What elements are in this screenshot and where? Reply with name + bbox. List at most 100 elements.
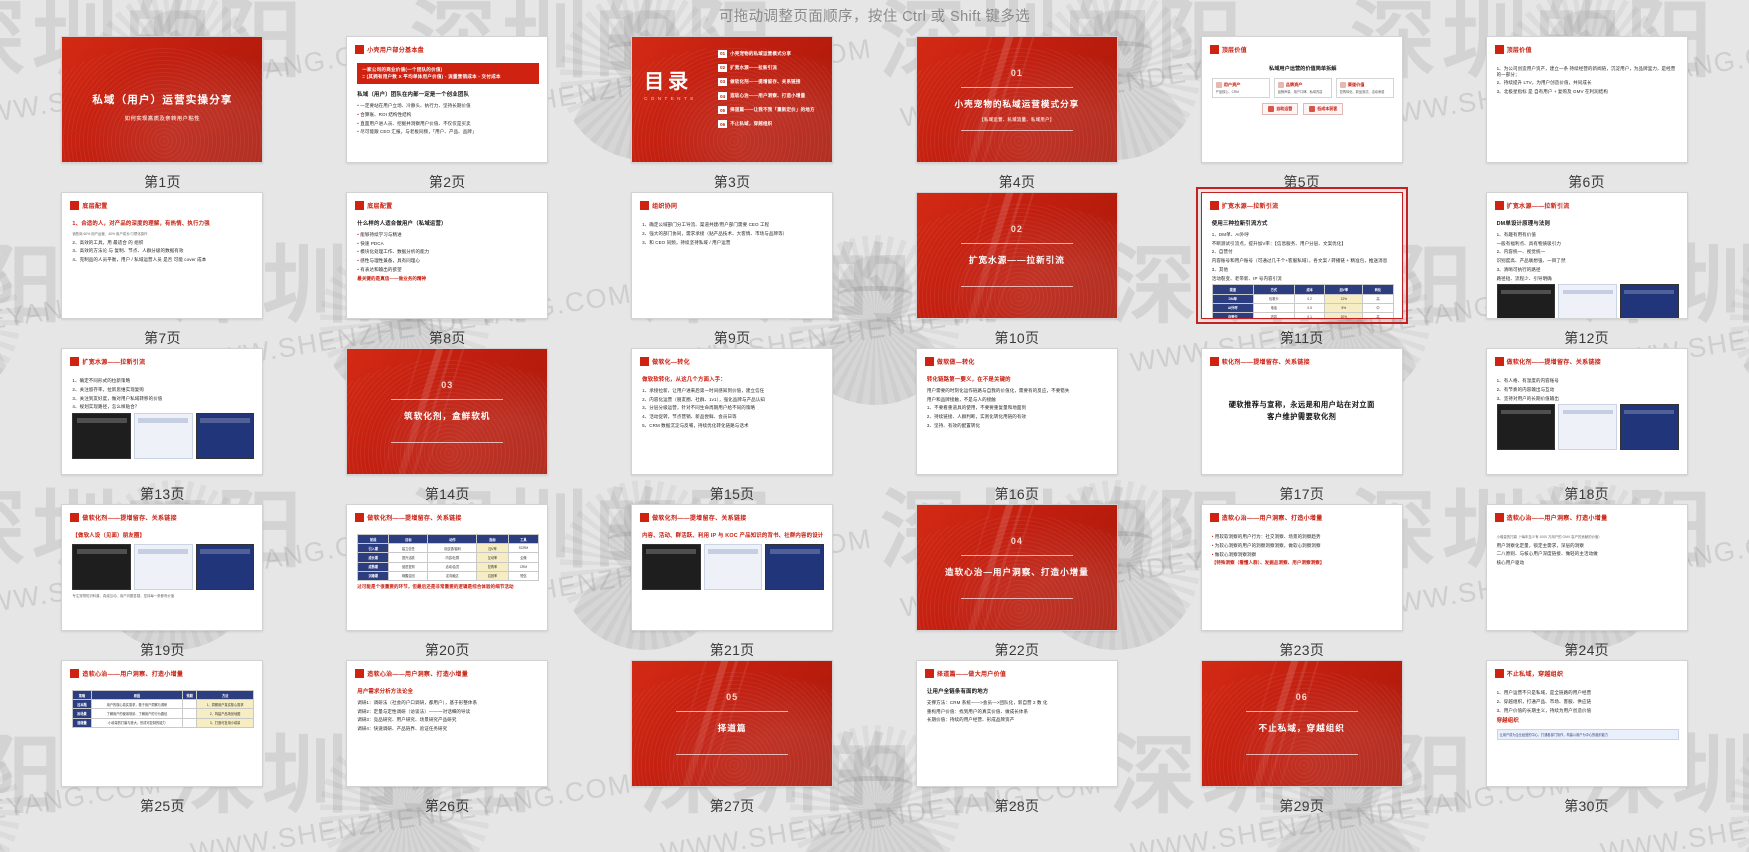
slide-page-label: 第25页 (140, 798, 185, 814)
slide-thumbnail-4[interactable]: 01 小壳宠物的私域运营模式分享 【私域运营、私域流量、私域用户】 (915, 36, 1118, 163)
section-rule-bottom (391, 441, 504, 443)
slide-lead-highlight: 1、合适的人，对产品的深度的理解，有热情、执行力强 (72, 221, 210, 227)
table-cell: 中 (1362, 302, 1394, 313)
table-header-cell: 渠道 (1211, 284, 1254, 295)
slide-cell: 顶层价值 私域用户运营的价值简单拆解 用户资产 产品核心、CRM 品牌资产 品牌声量、用户… (1159, 36, 1444, 192)
slide-thumbnail-22[interactable]: 04 造软心治—用户洞察、打造小增量 (915, 504, 1118, 631)
toc-item[interactable]: 01 小壳宠物的私域运营模式分享 (718, 49, 822, 58)
slide-thumbnail-20[interactable]: 做软化剂——提增留存、关系链接 阶段 目标 动作 指标 工具 引入期 建立信任 欢迎语/福利 加V… (346, 504, 549, 631)
slide-cell: 造软心治——用户洞察、打造小增量 策略 原因 预期 方法 拉本题 用户的核心真实需求，基于用… (20, 660, 305, 816)
slide-thumbnail-18[interactable]: 做软化剂——提增留存、关系链接 1、有人格、有温度的内容账号 2、有节奏的内容输出与… (1485, 348, 1688, 475)
slide-thumbnail-26[interactable]: 造软心治——用户洞察、打造小增量 用户需求分析方法论全 调研1：调研法（社会的户口调… (346, 660, 549, 787)
slide-thumbnail-15[interactable]: 做软化—转化 做软软转化，从这几个方面入手： 1、承接拉新，让用户进来后第一时间感知… (631, 348, 834, 475)
slide-body: 用户需求分析方法论全 调研1：调研法（社会的户口调研，都用户），基于形整体系 调研2… (357, 687, 539, 735)
header-square-icon (70, 357, 80, 366)
table-cell: 内容/社群 (427, 552, 478, 563)
slide-thumbnail-24[interactable]: 造软心治——用户洞察、打造小增量 小增量的打磨（*每年至少有 1000 万用户的 … (1485, 504, 1688, 631)
slide-thumbnail-2[interactable]: 小壳用户部分基本盘 一家公司的商业价值(一个团队的价值) = (其拥有用户数 X 平… (346, 36, 549, 163)
table-cell: 活动/会员 (427, 561, 478, 572)
statement-line-2: 客户维护需要软化剂 (1267, 412, 1337, 422)
slide-thumbnail-9[interactable]: 组织协同 1、确定公域部门分工导流、渠道共建/用户部门需要 CEO 工程 2、强大的… (631, 192, 834, 319)
toc-heading: 目录 CONTENTS (644, 72, 696, 101)
toc-item[interactable]: 03 做软化剂——提增留存、关系链接 (718, 77, 822, 86)
slide-cell: 私域（用户）运营实操分享 如何实现高质及亲转用户粘性第1页 (20, 36, 305, 192)
slide-thumbnail-7[interactable]: 底层配置 1、合适的人，对产品的深度的理解，有热情、执行力强 销售岗 60% 用户运… (61, 192, 264, 319)
list-item: 调研3：竞品研究、用户研究、场景研究产品研究 (357, 717, 457, 723)
table-cell: 企微 (507, 552, 540, 563)
slide-thumbnail-16[interactable]: 做软做—转化 转化链路第一要义，在不是关键的 用户需要的时刻化运作链路与自我的价值化… (915, 348, 1118, 475)
chip[interactable]: 低成本获客 (1303, 103, 1344, 116)
slide-thumbnail-23[interactable]: 造软心治——用户洞察、打造小增量用软软洞察的用户行为：社交洞察、场景的洞察趋势为… (1200, 504, 1403, 631)
slide-thumbnail-13[interactable]: 扩宽水源——拉新引流 1、确定不同形式的拉新策略 2、关注留存率，拉新思维实现复购 3… (61, 348, 264, 475)
slide-thumbnail-17[interactable]: 软化剂——提增留存、关系链接 硬软推荐与宣称，永远是和用户站在对立面 客户维护需要软… (1200, 348, 1403, 475)
image-placeholder (72, 412, 132, 459)
section-rule-top (960, 555, 1073, 556)
slide-page-label: 第6页 (1568, 174, 1605, 190)
table-row: 拆场景 了解用户的使用场景、了解用户的行为路径 2、构建产品场景地图 (72, 708, 255, 719)
header-square-icon (640, 513, 650, 522)
slide-thumbnail-25[interactable]: 造软心治——用户洞察、打造小增量 策略 原因 预期 方法 拉本题 用户的核心真实需求，基于用… (61, 660, 264, 787)
list-item: 1、确定公域部门分工导流、渠道共建/用户部门需要 CEO 工程 (642, 222, 770, 228)
slide-thumbnail-21[interactable]: 做软化剂——提增留存、关系链接 内容、活动、群活跃、利用 IP 与 KOC 产品知… (631, 504, 834, 631)
card-icon (1277, 82, 1284, 88)
slide-thumbnail-14[interactable]: 03 筑软化剂，盒鲜软机 (346, 348, 549, 475)
slide-thumbnail-27[interactable]: 05 择道篇 (631, 660, 834, 787)
slide-thumbnail-3[interactable]: 目录 CONTENTS 01 小壳宠物的私域运营模式分享 02 扩宽水源——拉新引流 03 做… (631, 36, 834, 163)
image-placeholder (642, 544, 701, 590)
slide-cell: 扩宽水源——拉新引流 DM单设计原理与法则 1、有趣有用有价值 一般有福利点、具有物质… (1444, 192, 1729, 348)
slide-thumbnail-1[interactable]: 私域（用户）运营实操分享 如何实现高质及亲转用户粘性 (61, 36, 264, 163)
slide-canvas: 01 小壳宠物的私域运营模式分享 【私域运营、私域流量、私域用户】 (916, 37, 1117, 162)
slide-page-label: 第3页 (713, 174, 751, 190)
slide-thumbnail-5[interactable]: 顶层价值 私域用户运营的价值简单拆解 用户资产 产品核心、CRM 品牌资产 品牌声量、用户… (1200, 36, 1403, 163)
header-square-icon (70, 513, 80, 522)
info-card-body: 品牌声量、用户口碑、私域内容 (1277, 90, 1323, 94)
slide-thumbnail-12[interactable]: 扩宽水源——拉新引流 DM单设计原理与法则 1、有趣有用有价值 一般有福利点、具有物质… (1485, 192, 1688, 319)
slide-canvas: 底层配置什么样的人适合做用户（私域运营） 能够持续学习与精进快速 PDCA 模块化处… (347, 193, 548, 318)
list-item: 调研2：定量与定性调研（访谈法）——一对话细的导读 (357, 708, 471, 714)
slide-thumbnail-6[interactable]: 顶层价值 1、为公司创造用户资产，建立一条 持续经营的新闻链，沉淀用户，为品牌里力… (1485, 36, 1688, 163)
list-item: 用户和品牌接触，不是与人的接触 (926, 396, 996, 402)
slide-canvas: 02 扩宽水源——拉新引流 (916, 193, 1117, 318)
slide-page-label: 第26页 (424, 798, 470, 814)
drag-hint-bar: 可拖动调整页面顺序，按住 Ctrl 或 Shift 键多选 (0, 0, 1749, 30)
chip[interactable]: 自助运营 (1262, 103, 1299, 116)
slide-page-label: 第16页 (994, 486, 1040, 502)
slide-canvas: 扩宽水源——拉新引流 1、确定不同形式的拉新策略 2、关注留存率，拉新思维实现复购 3… (62, 349, 263, 474)
table-header-cell: 指标 (476, 533, 509, 545)
table-cell: 包裹卡 (1252, 293, 1295, 304)
table-cell: 1、洞察用户真实核心需求 (195, 699, 255, 710)
toc-item[interactable]: 02 扩宽水源——拉新引流 (718, 63, 822, 72)
slide-body: 使用三种拉新引流方式 1、DM单、AI外呼 不断测试引流点，提升加V率：【信息服务、… (1211, 219, 1394, 318)
image-placeholder (1558, 404, 1617, 451)
slide-cell: 扩宽水源——拉新引流 1、确定不同形式的拉新策略 2、关注留存率，拉新思维实现复购 3… (20, 348, 305, 504)
section-rule-bottom (960, 129, 1073, 131)
toc-title-cn: 目录 (644, 71, 693, 93)
table-cell: 引入期 (357, 543, 390, 554)
list-item: 3、分层分级运营，针对不同生命周期用户给不同的策略 (642, 405, 756, 411)
toc-item[interactable]: 05 择道篇——让我不我「重新定价」的地方 (718, 106, 822, 115)
slide-thumbnail-19[interactable]: 做软化剂——提增留存、关系链接 【做软人设（见面）朋友圈】 专注宠物知识科普、真诚互… (61, 504, 264, 631)
list-item: 一般有福利点、具有物质吸引力 (1496, 240, 1561, 246)
table-cell: 12% (1324, 293, 1364, 304)
slide-canvas: 造软心治——用户洞察、打造小增量 小增量的打磨（*每年至少有 1000 万用户的 … (1486, 505, 1687, 630)
slide-header: 底层配置 (355, 201, 392, 210)
slide-thumbnail-10[interactable]: 02 扩宽水源——拉新引流 (915, 192, 1118, 319)
slide-page-label: 第4页 (998, 174, 1036, 190)
emphasis-line: 一家公司的商业价值(一个团队的价值) (362, 67, 443, 72)
slide-canvas: 做软化剂——提增留存、关系链接 内容、活动、群活跃、利用 IP 与 KOC 产品知… (632, 505, 833, 630)
slide-page-label: 第1页 (144, 174, 181, 190)
list-item: 3、关注到友好度，做对用户私域转移的价值 (72, 395, 163, 401)
toc-item[interactable]: 06 不止私域，穿越组织 (718, 120, 822, 129)
slide-thumbnail-8[interactable]: 底层配置什么样的人适合做用户（私域运营） 能够持续学习与精进快速 PDCA 模块化处… (346, 192, 549, 319)
toc-item[interactable]: 04 造软心治——用户洞察、打造小增量 (718, 92, 822, 101)
slide-thumbnail-30[interactable]: 不止私域，穿越组织 1、用户运营不只是私域，是全链路的用户经营 2、穿越组织，打通产… (1485, 660, 1688, 787)
slide-thumbnail-11[interactable]: 扩宽水源—拉新引流 使用三种拉新引流方式 1、DM单、AI外呼 不断测试引流点，提升加… (1195, 187, 1408, 324)
slide-cell: 03 筑软化剂，盒鲜软机 第14页 (305, 348, 590, 504)
slide-thumbnail-28[interactable]: 择道篇——做大用户价值 让用户全链条有面的地方 支撑方法：CRM 系统——>会员—>… (915, 660, 1118, 787)
slide-header: 做软化—转化 (640, 357, 690, 366)
info-card-header: 渠道价值 (1339, 82, 1390, 88)
slide-header: 做软化剂——提增留存、关系链接 (640, 513, 747, 522)
slide-thumbnail-29[interactable]: 06 不止私域，穿越组织 (1200, 660, 1403, 787)
slide-page-label: 第18页 (1564, 486, 1609, 502)
slide-highlight: 最关键的是真信——做业务的精神 (357, 275, 427, 281)
